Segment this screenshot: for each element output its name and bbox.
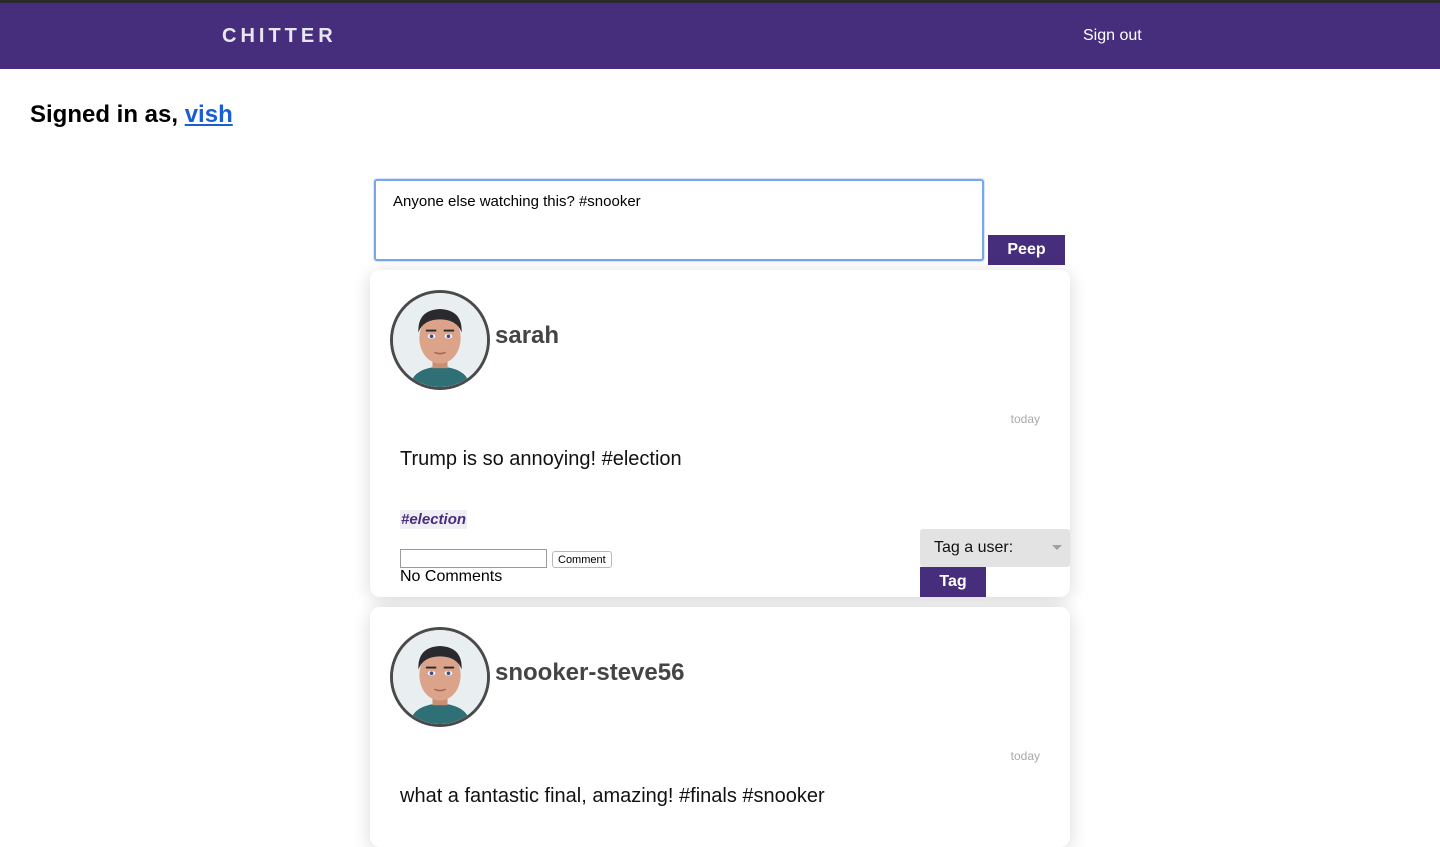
sign-out-link[interactable]: Sign out [1083, 27, 1142, 45]
signed-in-prefix: Signed in as, [30, 101, 185, 128]
peep-text: what a fantastic final, amazing! #finals… [400, 785, 825, 807]
avatar-face-icon [393, 293, 487, 387]
peep-button[interactable]: Peep [988, 235, 1065, 265]
avatar [390, 290, 490, 390]
peep-time: today [1010, 749, 1040, 763]
tag-user-select[interactable]: Tag a user: [920, 529, 1070, 567]
current-user-link[interactable]: vish [185, 101, 233, 128]
avatar [390, 627, 490, 727]
comment-button[interactable]: Comment [552, 551, 612, 568]
peep-time: today [1010, 412, 1040, 426]
peep-author[interactable]: sarah [495, 322, 559, 350]
avatar-face-icon [393, 630, 487, 724]
peep-textarea[interactable] [374, 179, 984, 261]
comment-input[interactable] [400, 549, 547, 568]
signed-in-heading: Signed in as, vish [30, 101, 233, 129]
chevron-down-icon [1052, 545, 1062, 550]
peep-author[interactable]: snooker-steve56 [495, 659, 684, 687]
comments-status: No Comments [400, 568, 503, 585]
peep-card: sarah today Trump is so annoying! #elect… [370, 270, 1070, 597]
tag-button[interactable]: Tag [920, 567, 986, 597]
peep-text: Trump is so annoying! #election [400, 448, 682, 470]
brand-logo[interactable]: CHITTER [222, 25, 337, 48]
hashtag-chip[interactable]: #election [400, 510, 468, 529]
peep-card: snooker-steve56 today what a fantastic f… [370, 607, 1070, 847]
tag-user-select-label: Tag a user: [934, 539, 1014, 556]
navbar: CHITTER Sign out [0, 3, 1440, 69]
